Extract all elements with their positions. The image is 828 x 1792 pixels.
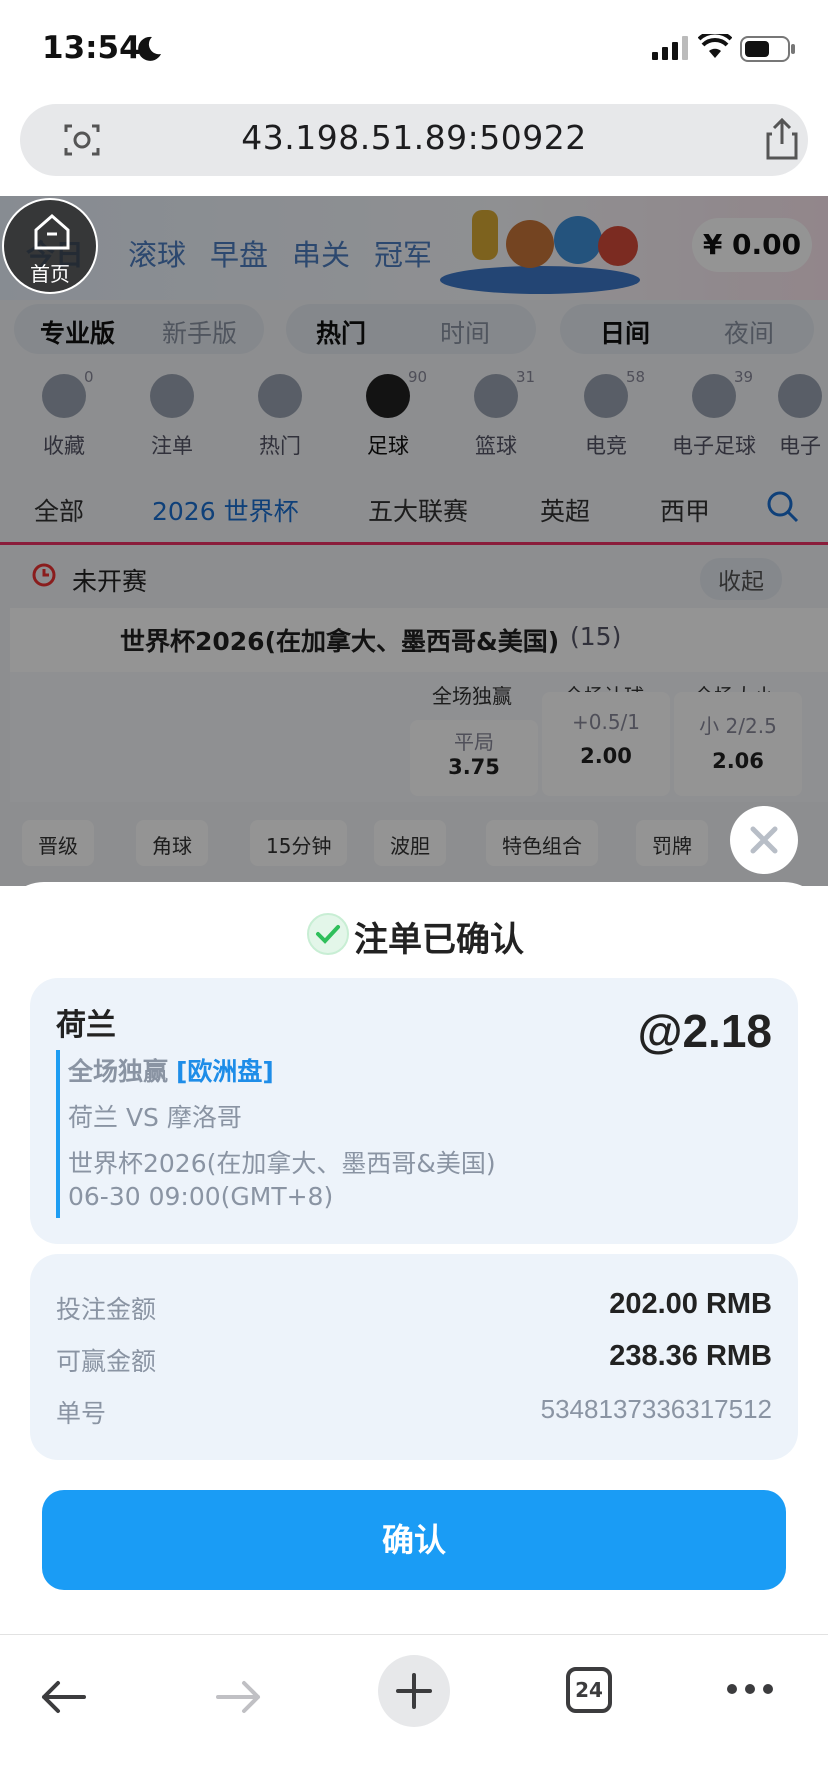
stake-label: 投注金额 [56, 1295, 157, 1324]
ticket-id-label: 单号 [56, 1399, 107, 1428]
home-icon [34, 214, 70, 250]
moon-icon [138, 36, 161, 61]
home-floating-button[interactable]: 首页 [2, 198, 98, 294]
new-tab-button[interactable] [378, 1655, 450, 1727]
battery-icon [740, 36, 795, 62]
win-value: 238.36 RMB [609, 1340, 772, 1372]
selection-name: 荷兰 [56, 1008, 116, 1043]
bet-summary-card: 投注金额 202.00 RMB 可赢金额 238.36 RMB 单号 53481… [30, 1254, 798, 1460]
tabs-button[interactable]: 24 [566, 1667, 612, 1713]
status-bar: 13:54 [0, 0, 828, 100]
accent-bar [56, 1050, 60, 1218]
sheet-title: 注单已确认 [354, 920, 524, 960]
modal-overlay[interactable] [0, 196, 828, 886]
wifi-icon [698, 34, 732, 58]
selection-odds: @2.18 [637, 1005, 772, 1057]
stake-value: 202.00 RMB [609, 1288, 772, 1320]
match-datetime: 06-30 09:00(GMT+8) [68, 1182, 334, 1211]
browser-toolbar: 24 [0, 1634, 828, 1792]
close-button[interactable] [730, 806, 798, 874]
home-label: 首页 [30, 262, 70, 286]
bet-selection-card: 荷兰 @2.18 全场独赢 [欧洲盘] 荷兰 VS 摩洛哥 世界杯2026(在加… [30, 978, 798, 1244]
signal-icon [652, 36, 688, 60]
more-icon[interactable] [726, 1683, 774, 1695]
bet-confirmation-sheet: 注单已确认 荷兰 @2.18 全场独赢 [欧洲盘] 荷兰 VS 摩洛哥 世界杯2… [0, 882, 828, 1634]
win-label: 可赢金额 [56, 1347, 157, 1376]
match-league: 世界杯2026(在加拿大、墨西哥&美国) [68, 1149, 496, 1178]
close-icon [750, 826, 778, 854]
forward-arrow-icon[interactable] [214, 1679, 264, 1715]
share-icon[interactable] [764, 118, 800, 160]
confirm-button[interactable]: 确认 [42, 1490, 786, 1590]
bet-market: [欧洲盘] [175, 1057, 274, 1086]
url-text[interactable]: 43.198.51.89:50922 [20, 118, 808, 157]
bet-type: 全场独赢 [68, 1057, 169, 1086]
status-time: 13:54 [42, 30, 141, 66]
plus-icon [396, 1673, 432, 1709]
match-teams: 荷兰 VS 摩洛哥 [68, 1103, 242, 1132]
bet-type-line: 全场独赢 [欧洲盘] [68, 1052, 274, 1088]
address-bar[interactable]: 43.198.51.89:50922 [20, 104, 808, 176]
back-arrow-icon[interactable] [38, 1679, 88, 1715]
ticket-id-value: 5348137336317512 [540, 1394, 772, 1424]
